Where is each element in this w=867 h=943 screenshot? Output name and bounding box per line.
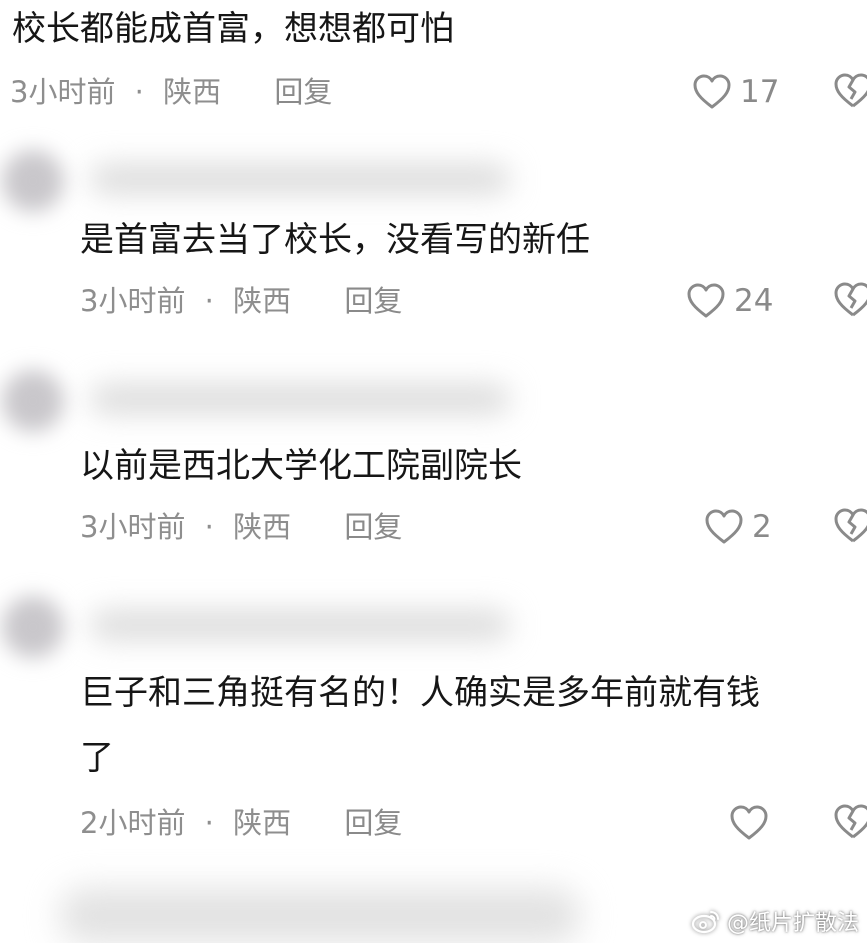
comment-text-line-1: 巨子和三角挺有名的！人确实是多年前就有钱 [80,673,760,713]
comment-location: 陕西 [233,510,292,544]
comment-location: 陕西 [233,806,292,840]
like-count: 17 [740,74,780,110]
comment-location: 陕西 [233,284,292,318]
reply-button[interactable]: 回复 [344,803,402,843]
avatar[interactable] [2,150,64,212]
comment-list: 校长都能成首富，想想都可怕 3小时前 · 陕西 回复 17 是首富去当了校长，没… [0,0,867,943]
broken-heart-icon [833,507,867,545]
comment-time: 3小时前 [80,284,186,318]
like-button[interactable]: 24 [686,281,773,321]
broken-heart-icon [833,281,867,319]
username-blurred [90,164,510,194]
comment-meta: 2小时前 · 陕西 回复 [80,803,402,843]
dislike-button[interactable] [833,507,867,547]
comment-text: 校长都能成首富，想想都可怕 [12,9,454,49]
broken-heart-icon [833,72,867,110]
heart-outline-icon [704,508,744,546]
heart-outline-icon [686,282,726,320]
reply-button[interactable]: 回复 [274,72,332,112]
next-comment-blurred [60,888,580,943]
comment-meta: 3小时前 · 陕西 回复 [80,507,402,547]
username-blurred [90,384,510,414]
comment-meta: 3小时前 · 陕西 回复 [10,72,332,112]
user-header [0,142,867,212]
comment-time: 3小时前 [10,75,116,109]
comment-time: 3小时前 [80,510,186,544]
dislike-button[interactable] [833,281,867,321]
like-count: 2 [752,509,772,545]
like-button[interactable] [729,803,777,843]
like-count: 24 [734,283,774,319]
broken-heart-icon [833,803,867,841]
reply-button[interactable]: 回复 [344,281,402,321]
comment-text: 是首富去当了校长，没看写的新任 [80,220,590,260]
avatar[interactable] [2,370,64,432]
watermark: @纸片扩散法 [691,905,859,937]
meta-separator: · [204,284,214,318]
meta-separator: · [204,806,214,840]
comment-text-line-2: 了 [80,738,114,778]
comment-location: 陕西 [163,75,222,109]
username-blurred [90,610,510,640]
dislike-button[interactable] [833,803,867,843]
reply-button[interactable]: 回复 [344,507,402,547]
heart-outline-icon [729,804,769,842]
like-button[interactable]: 2 [704,507,772,547]
heart-outline-icon [692,73,732,111]
comment-text: 以前是西北大学化工院副院长 [80,446,522,486]
meta-separator: · [204,510,214,544]
user-header [0,588,867,658]
comment-meta: 3小时前 · 陕西 回复 [80,281,402,321]
like-button[interactable]: 17 [692,72,779,112]
weibo-logo-icon [691,908,721,934]
watermark-text: @纸片扩散法 [726,911,859,936]
user-header [0,362,867,432]
avatar[interactable] [2,596,64,658]
comment-time: 2小时前 [80,806,186,840]
meta-separator: · [134,75,144,109]
dislike-button[interactable] [833,72,867,112]
